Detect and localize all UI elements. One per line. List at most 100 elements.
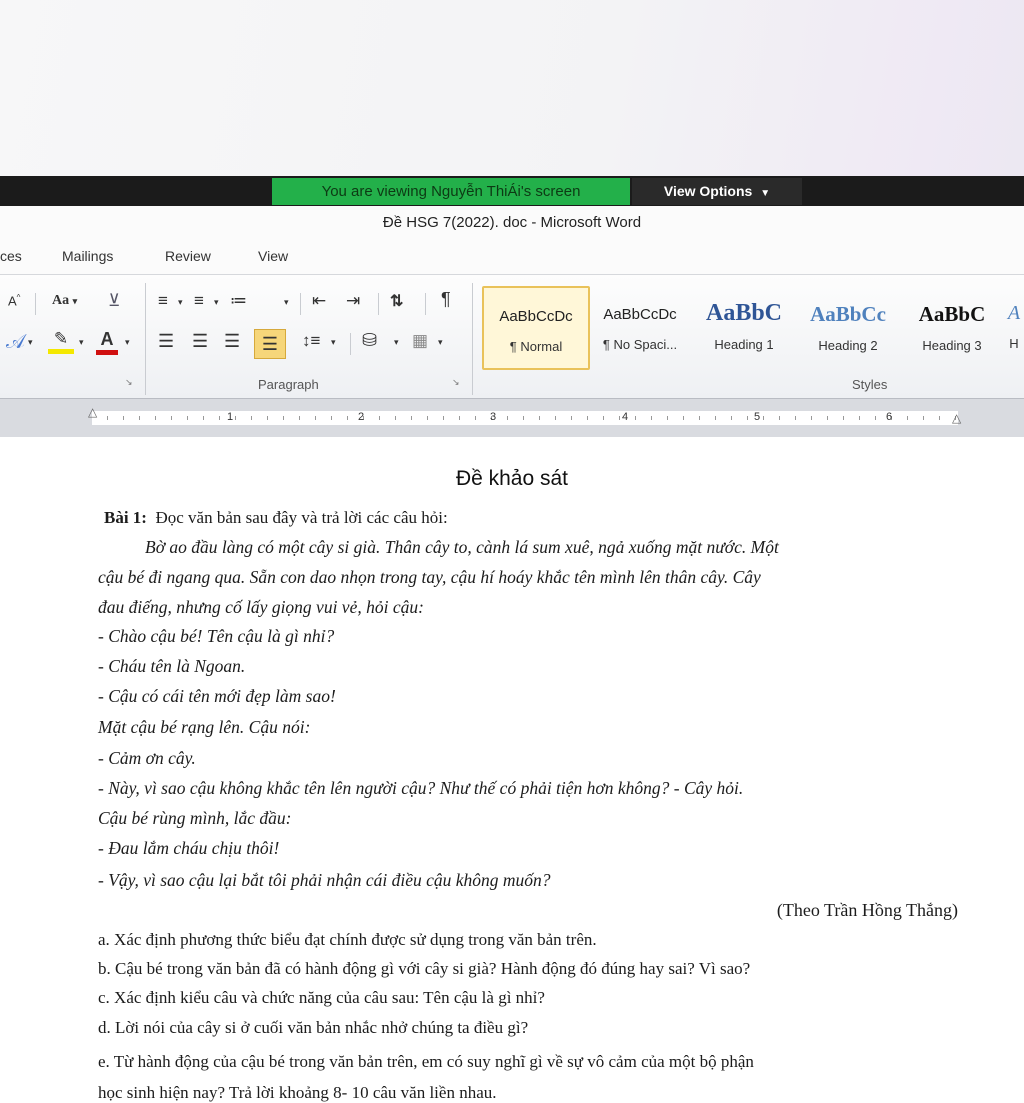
passage-line: Mặt cậu bé rạng lên. Cậu nói: (98, 717, 311, 737)
style-name: Heading 2 (818, 338, 878, 353)
window-title: Đề HSG 7(2022). doc - Microsoft Word (0, 206, 1024, 238)
first-line-indent-marker[interactable]: △ (88, 405, 97, 419)
passage-line: - Đau lắm cháu chịu thôi! (98, 838, 280, 858)
tab-review[interactable]: Review (165, 248, 211, 264)
chevron-down-icon[interactable]: ▾ (438, 337, 443, 348)
chevron-down-icon[interactable]: ▾ (125, 337, 130, 348)
align-center-icon[interactable]: ☰ (192, 331, 208, 352)
question-c: c. Xác định kiểu câu và chức năng của câ… (98, 988, 545, 1007)
shading-icon[interactable]: ⛁ (362, 330, 377, 351)
chevron-down-icon[interactable]: ▾ (284, 297, 289, 308)
numbering-icon[interactable]: ≡ (194, 291, 204, 311)
pen-icon: ✎ (53, 329, 69, 348)
ribbon-tabs: ces Mailings Review View (0, 238, 1024, 274)
text-effects-icon[interactable]: 𝒜 (6, 331, 25, 354)
chevron-down-icon[interactable]: ▾ (79, 337, 84, 348)
tab-mailings[interactable]: Mailings (62, 248, 113, 264)
style-heading-2[interactable]: AaBbCc Heading 2 (796, 286, 900, 366)
multilevel-list-icon[interactable]: ≔ (230, 291, 247, 311)
style-name: H (1009, 336, 1019, 351)
tab-view[interactable]: View (258, 248, 288, 264)
document-title: Đề khảo sát (455, 467, 569, 490)
sort-icon[interactable]: ⇅ (390, 291, 403, 311)
style-heading-4[interactable]: A H (1004, 286, 1024, 366)
passage-line: - Vậy, vì sao cậu lại bắt tôi phải nhận … (98, 870, 551, 890)
change-case-label: Aa (52, 293, 70, 308)
align-right-icon[interactable]: ☰ (224, 331, 240, 352)
tab-references[interactable]: ces (0, 248, 22, 264)
style-sample: AaBbC (705, 300, 783, 326)
chevron-down-icon: ▼ (760, 188, 771, 199)
chevron-down-icon[interactable]: ▾ (394, 337, 399, 348)
horizontal-ruler[interactable]: △ △ 1 2 3 4 5 6 (0, 398, 1024, 438)
shared-screen-margin (0, 0, 1024, 176)
passage-line: - Cảm ơn cây. (98, 748, 196, 768)
style-sample: AaBbCcDc (499, 308, 573, 325)
ruler-number: 2 (358, 411, 365, 423)
clear-formatting-icon[interactable]: ⊻ (108, 291, 120, 311)
right-indent-marker[interactable]: △ (952, 411, 961, 425)
decrease-indent-icon[interactable]: ⇤ (312, 291, 326, 311)
question-d: d. Lời nói của cây si ở cuối văn bản nhắ… (98, 1018, 529, 1037)
passage-line: - Này, vì sao cậu không khắc tên lên ngư… (98, 778, 744, 798)
ruler-text-area (92, 411, 958, 425)
grow-font-button[interactable]: A^ (8, 293, 20, 308)
chevron-down-icon[interactable]: ▾ (331, 337, 336, 348)
change-case-button[interactable]: Aa ▾ (52, 293, 77, 309)
align-left-icon[interactable]: ☰ (158, 331, 174, 352)
grow-font-label: A (8, 293, 17, 309)
document-page[interactable]: Đề khảo sát Bài 1: Đọc văn bản sau đây v… (0, 437, 1024, 1102)
divider (300, 293, 301, 315)
divider (425, 293, 426, 315)
chevron-down-icon[interactable]: ▾ (28, 337, 33, 348)
bai1-instruction: Đọc văn bản sau đây và trả lời các câu h… (155, 508, 448, 527)
style-sample: AaBbCcDc (603, 306, 677, 323)
bullets-icon[interactable]: ≡ (158, 291, 168, 311)
passage-line: cậu bé đi ngang qua. Sẵn con dao nhọn tr… (98, 567, 761, 587)
style-heading-1[interactable]: AaBbC Heading 1 (692, 286, 796, 366)
ruler-number: 1 (227, 411, 234, 423)
justify-icon[interactable]: ☰ (254, 329, 286, 359)
highlight-swatch (48, 349, 74, 354)
highlight-color-icon[interactable]: ✎ (48, 329, 74, 359)
style-normal[interactable]: AaBbCcDc ¶ Normal (482, 286, 590, 370)
show-formatting-marks-icon[interactable]: ¶ (441, 289, 451, 310)
style-name: Heading 1 (714, 337, 774, 352)
passage-line: - Cháu tên là Ngoan. (98, 656, 246, 676)
style-name: Heading 3 (922, 338, 982, 353)
ruler-number: 3 (490, 411, 497, 423)
style-sample: AaBbC (918, 302, 986, 326)
passage-source: (Theo Trần Hồng Thắng) (776, 900, 958, 920)
divider (378, 293, 379, 315)
divider (35, 293, 36, 315)
paragraph-group-label: Paragraph (258, 377, 319, 392)
style-name: ¶ No Spaci... (602, 337, 678, 352)
bai1-label: Bài 1: (104, 508, 147, 527)
passage-line: đau điếng, nhưng cố lấy giọng vui vẻ, hỏ… (98, 597, 424, 617)
styles-group-label: Styles (852, 377, 888, 392)
style-sample: A (1007, 302, 1021, 324)
style-no-spacing[interactable]: AaBbCcDc ¶ No Spaci... (588, 286, 692, 366)
view-options-button[interactable]: View Options ▼ (632, 178, 802, 205)
passage-line: - Chào cậu bé! Tên cậu là gì nhỉ? (98, 626, 335, 646)
line-spacing-icon[interactable]: ↕≡ (302, 331, 320, 351)
group-divider (472, 283, 473, 395)
view-options-label: View Options (663, 183, 753, 199)
paragraph-dialog-launcher-icon[interactable]: ↘ (452, 377, 460, 388)
chevron-down-icon[interactable]: ▾ (178, 297, 183, 308)
font-dialog-launcher-icon[interactable]: ↘ (125, 377, 133, 388)
group-divider (145, 283, 146, 395)
borders-icon[interactable]: ▦ (412, 331, 428, 351)
divider (350, 333, 351, 355)
passage-line: Cậu bé rùng mình, lắc đầu: (98, 808, 292, 828)
font-color-icon[interactable]: A (96, 329, 118, 359)
question-e-continued: học sinh hiện nay? Trả lời khoảng 8- 10 … (98, 1083, 497, 1102)
style-sample: AaBbCc (810, 302, 886, 326)
ribbon: A^ Aa ▾ ⊻ 𝒜 ▾ ✎ ▾ A ▾ ↘ ≡ ▾ ≡ ▾ ≔ ▾ ⇤ ⇥ … (0, 274, 1024, 399)
question-e: e. Từ hành động của cậu bé trong văn bản… (98, 1052, 754, 1071)
chevron-down-icon[interactable]: ▾ (214, 297, 219, 308)
increase-indent-icon[interactable]: ⇥ (346, 291, 360, 311)
style-heading-3[interactable]: AaBbC Heading 3 (900, 286, 1004, 366)
font-color-swatch (96, 350, 118, 355)
ruler-number: 5 (754, 411, 761, 423)
